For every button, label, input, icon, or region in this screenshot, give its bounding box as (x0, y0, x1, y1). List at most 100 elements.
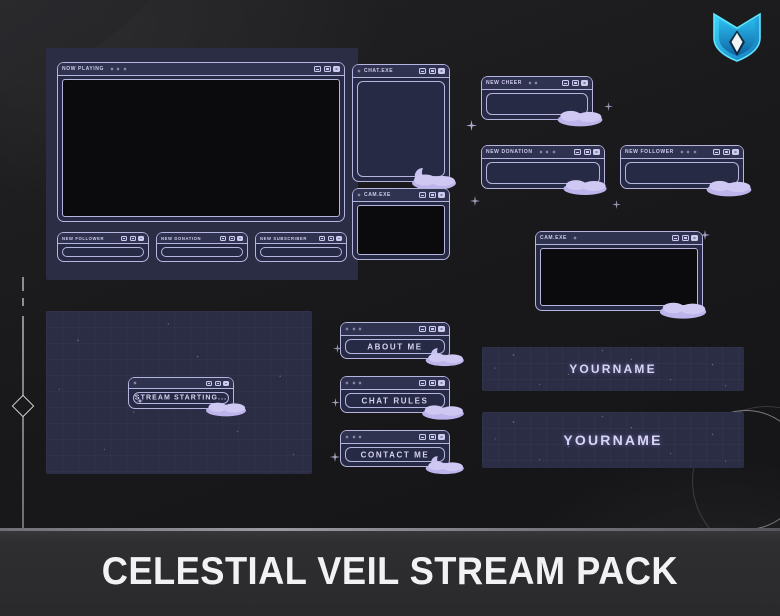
maximize-icon[interactable] (428, 68, 436, 74)
maximize-icon[interactable] (428, 434, 436, 440)
maximize-icon[interactable] (129, 235, 136, 241)
title-stars (345, 381, 362, 385)
minimize-icon[interactable] (319, 235, 325, 241)
close-icon[interactable] (581, 80, 588, 86)
alert-title: NEW CHEER (486, 80, 522, 86)
maximize-icon[interactable] (323, 66, 331, 72)
alert-new-subscriber-inline[interactable]: NEW SUBSCRIBER (255, 232, 347, 262)
close-icon[interactable] (223, 380, 229, 386)
now-playing-titlebar[interactable]: NOW PLAYING (58, 63, 344, 76)
now-playing-window[interactable]: NOW PLAYING (57, 62, 345, 222)
cam-exe-body (353, 202, 449, 259)
alert-titlebar[interactable]: NEW DONATION (482, 146, 604, 159)
timeline-diamond-marker (11, 394, 35, 418)
maximize-icon[interactable] (583, 149, 591, 155)
close-icon[interactable] (438, 380, 445, 386)
alert-new-follower-inline[interactable]: NEW FOLLOWER (57, 232, 149, 262)
stream-starting-window[interactable]: STREAM STARTING... (128, 377, 246, 417)
maximize-icon[interactable] (681, 235, 689, 241)
alert-new-follower[interactable]: NEW FOLLOWER (620, 145, 752, 197)
minimize-icon[interactable] (419, 434, 426, 440)
alert-body (157, 244, 247, 261)
panel-chat-rules[interactable]: CHAT RULES (340, 376, 464, 420)
minimize-icon[interactable] (574, 149, 581, 155)
close-icon[interactable] (593, 149, 600, 155)
window-controls[interactable] (419, 192, 445, 198)
panel-titlebar[interactable] (341, 377, 449, 390)
close-icon[interactable] (336, 235, 342, 241)
close-icon[interactable] (438, 68, 445, 74)
sparkle-decoration (612, 200, 621, 209)
alert-new-cheer[interactable]: NEW CHEER (481, 76, 603, 127)
window-controls[interactable] (419, 68, 445, 74)
window-controls[interactable] (419, 380, 445, 386)
sparkle-decoration (331, 398, 340, 407)
close-icon[interactable] (438, 192, 445, 198)
banner-label: YOURNAME (569, 362, 657, 376)
cam-exe-title: CAM.EXE (364, 192, 391, 198)
minimize-icon[interactable] (206, 380, 212, 386)
minimize-icon[interactable] (419, 326, 426, 332)
minimize-icon[interactable] (419, 192, 426, 198)
alert-body (58, 244, 148, 261)
window-controls[interactable] (562, 80, 588, 86)
close-icon[interactable] (237, 235, 243, 241)
banner-yourname-2[interactable]: YOURNAME (482, 412, 744, 468)
window-controls[interactable] (206, 380, 229, 386)
panel-titlebar[interactable] (341, 323, 449, 336)
cam-screen-area (540, 248, 698, 306)
alert-titlebar[interactable]: NEW FOLLOWER (621, 146, 743, 159)
minimize-icon[interactable] (314, 66, 321, 72)
panel-titlebar[interactable] (341, 431, 449, 444)
minimize-icon[interactable] (562, 80, 569, 86)
alert-titlebar[interactable]: NEW FOLLOWER (58, 233, 148, 244)
maximize-icon[interactable] (428, 380, 436, 386)
banner-yourname-1[interactable]: YOURNAME (482, 347, 744, 391)
close-icon[interactable] (138, 235, 144, 241)
close-icon[interactable] (333, 66, 340, 72)
window-controls[interactable] (672, 235, 698, 241)
window-controls[interactable] (314, 66, 340, 72)
maximize-icon[interactable] (722, 149, 730, 155)
cam-exe-window-large[interactable]: CAM.EXE (535, 231, 707, 319)
minimize-icon[interactable] (220, 235, 226, 241)
maximize-icon[interactable] (571, 80, 579, 86)
cam-exe-titlebar[interactable]: CAM.EXE (536, 232, 702, 245)
banner-label: YOURNAME (563, 432, 663, 448)
pack-title: CELESTIAL VEIL STREAM PACK (101, 550, 679, 593)
window-controls[interactable] (574, 149, 600, 155)
window-controls[interactable] (713, 149, 739, 155)
close-icon[interactable] (438, 434, 445, 440)
cam-exe-window-small[interactable]: CAM.EXE (352, 188, 450, 260)
stream-starting-titlebar[interactable] (129, 378, 233, 389)
panel-about-me[interactable]: ABOUT ME (340, 322, 464, 367)
window-controls[interactable] (419, 326, 445, 332)
alert-titlebar[interactable]: NEW SUBSCRIBER (256, 233, 346, 244)
cam-exe-titlebar[interactable]: CAM.EXE (353, 189, 449, 202)
maximize-icon[interactable] (428, 192, 436, 198)
minimize-icon[interactable] (121, 235, 127, 241)
chat-exe-titlebar[interactable]: CHAT.EXE (353, 65, 449, 78)
alert-new-donation-inline[interactable]: NEW DONATION (156, 232, 248, 262)
close-icon[interactable] (438, 326, 445, 332)
window-controls[interactable] (121, 235, 144, 241)
panel-content-frame: CONTACT ME (345, 447, 445, 462)
window-controls[interactable] (419, 434, 445, 440)
minimize-icon[interactable] (713, 149, 720, 155)
panel-contact-me[interactable]: CONTACT ME (340, 430, 464, 475)
chat-exe-window[interactable]: CHAT.EXE (352, 64, 456, 190)
maximize-icon[interactable] (214, 380, 221, 386)
maximize-icon[interactable] (428, 326, 436, 332)
minimize-icon[interactable] (419, 68, 426, 74)
close-icon[interactable] (691, 235, 698, 241)
minimize-icon[interactable] (419, 380, 426, 386)
close-icon[interactable] (732, 149, 739, 155)
window-controls[interactable] (319, 235, 342, 241)
alert-new-donation[interactable]: NEW DONATION (481, 145, 607, 195)
maximize-icon[interactable] (327, 235, 334, 241)
maximize-icon[interactable] (228, 235, 235, 241)
alert-titlebar[interactable]: NEW CHEER (482, 77, 592, 90)
window-controls[interactable] (220, 235, 243, 241)
minimize-icon[interactable] (672, 235, 679, 241)
alert-titlebar[interactable]: NEW DONATION (157, 233, 247, 244)
